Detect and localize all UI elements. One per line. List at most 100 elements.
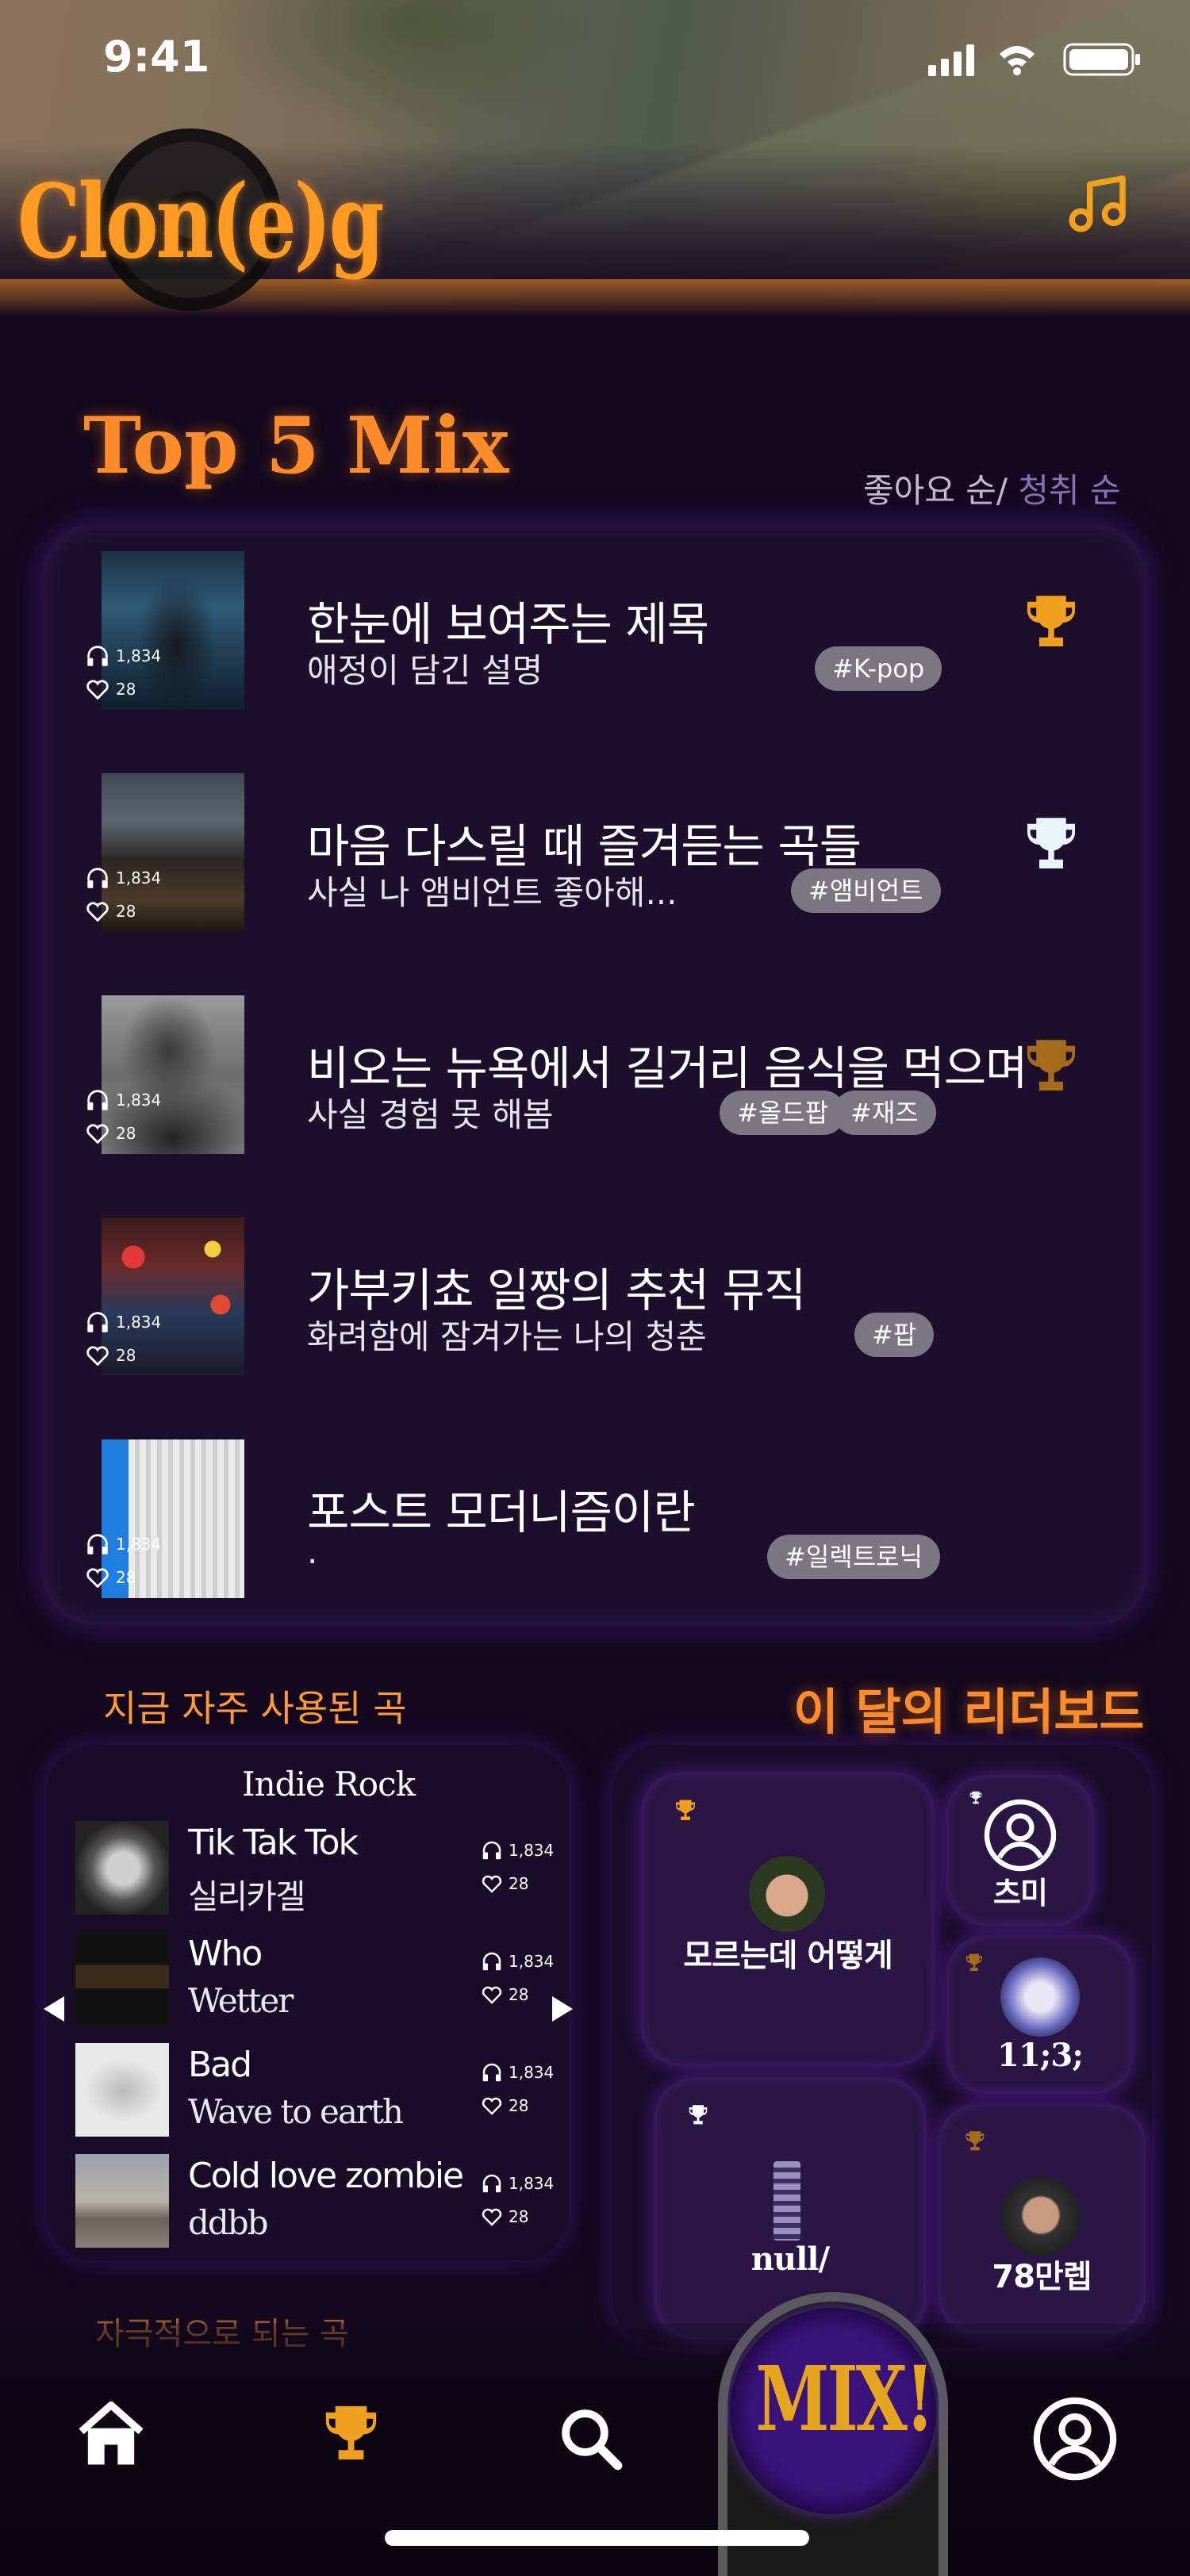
like-count: 28 bbox=[480, 1872, 528, 1896]
frequent-songs-title: 지금 자주 사용된 곡 bbox=[103, 1687, 407, 1730]
play-count: 1,834 bbox=[480, 1949, 554, 1973]
avatar bbox=[1001, 2177, 1081, 2256]
sort-likes[interactable]: 좋아요 순/ bbox=[863, 471, 1008, 510]
play-count: 1,834 bbox=[480, 1838, 554, 1862]
mix-row[interactable]: 1,834 28 포스트 모더니즘이란 . #일렉트로닉 bbox=[41, 1436, 1148, 1634]
song-item[interactable]: Cold love zombie ddbb 1,834 28 bbox=[75, 2154, 554, 2257]
song-name: Tik Tak Tok bbox=[188, 1823, 359, 1863]
leaderboard-username: 11;3; bbox=[996, 2037, 1084, 2074]
user-icon bbox=[984, 1799, 1057, 1872]
search-icon[interactable] bbox=[555, 2403, 627, 2474]
song-artist: Wave to earth bbox=[188, 2092, 404, 2131]
like-count: 28 bbox=[84, 898, 136, 925]
home-icon[interactable] bbox=[71, 2395, 151, 2474]
heart-icon bbox=[482, 1986, 502, 2004]
headphones-icon bbox=[482, 1841, 501, 1860]
gold-trophy-icon bbox=[1027, 596, 1075, 646]
bronze-trophy-icon bbox=[965, 2131, 985, 2151]
leaderboard-user-card[interactable]: 11;3; bbox=[946, 1935, 1134, 2094]
silver-trophy-icon bbox=[969, 1791, 982, 1804]
headphones-icon bbox=[87, 1312, 108, 1332]
like-count: 28 bbox=[480, 2094, 528, 2118]
mix-row[interactable]: 1,834 28 한눈에 보여주는 제목 애정이 담긴 설명 #K-pop bbox=[41, 547, 1148, 746]
leaderboard-user-card[interactable]: 78만렙 bbox=[938, 2104, 1146, 2334]
silver-trophy-icon bbox=[1027, 818, 1075, 868]
heart-icon bbox=[86, 902, 109, 922]
top5-panel: 1,834 28 한눈에 보여주는 제목 애정이 담긴 설명 #K-pop 1,… bbox=[41, 523, 1148, 1626]
mix-row[interactable]: 1,834 28 마음 다스릴 때 즐겨듣는 곡들 사실 나 앰비언트 좋아해.… bbox=[41, 769, 1148, 968]
song-name: Who bbox=[188, 1934, 263, 1974]
play-count: 1,834 bbox=[480, 2172, 554, 2195]
avatar bbox=[1000, 1957, 1080, 2037]
mix-tag[interactable]: #앰비언트 bbox=[791, 868, 941, 913]
mix-tag[interactable]: #일렉트로닉 bbox=[767, 1535, 941, 1579]
song-cover bbox=[75, 1821, 169, 1915]
play-count: 1,834 bbox=[84, 1087, 161, 1114]
mix-description: 사실 나 앰비언트 좋아해... bbox=[307, 873, 678, 912]
headphones-icon bbox=[87, 868, 108, 888]
leaderboard-user-card[interactable]: 츠미 bbox=[946, 1775, 1094, 1926]
leaderboard-username: null/ bbox=[750, 2241, 830, 2278]
app-logo[interactable]: Clon(e)g bbox=[17, 163, 385, 282]
trophy-tab-icon[interactable] bbox=[313, 2397, 389, 2472]
song-item[interactable]: Who Wetter 1,834 28 bbox=[75, 1932, 554, 2035]
play-count: 1,834 bbox=[480, 2060, 554, 2084]
headphones-icon bbox=[87, 1534, 108, 1554]
heart-icon bbox=[86, 1346, 109, 1367]
headphones-icon bbox=[87, 646, 108, 666]
mix-button-label[interactable]: MIX! bbox=[756, 2348, 935, 2451]
mix-tag[interactable]: #재즈 bbox=[833, 1091, 936, 1135]
headphones-icon bbox=[482, 1952, 501, 1971]
song-name: Bad bbox=[188, 2045, 252, 2085]
mix-description: . bbox=[307, 1532, 318, 1571]
song-item[interactable]: Bad Wave to earth 1,834 28 bbox=[75, 2043, 554, 2146]
song-artist: 실리카겔 bbox=[188, 1877, 306, 1916]
trophy-icon bbox=[689, 2105, 708, 2125]
mix-row[interactable]: 1,834 28 비오는 뉴욕에서 길거리 음식을 먹으며 사실 경험 못 해봄… bbox=[41, 991, 1148, 1190]
status-icons bbox=[928, 43, 1140, 76]
sort-toggle[interactable]: 좋아요 순/ 청취 순 bbox=[863, 464, 1121, 512]
mix-description: 사실 경험 못 해봄 bbox=[307, 1095, 554, 1134]
genre-label: Indie Rock bbox=[242, 1765, 416, 1804]
song-name: Cold love zombie bbox=[188, 2156, 464, 2196]
song-item[interactable]: Tik Tak Tok 실리카겔 1,834 28 bbox=[75, 1821, 554, 1924]
heart-icon bbox=[86, 680, 109, 700]
mix-tag[interactable]: #올드팝 bbox=[720, 1091, 846, 1135]
like-count: 28 bbox=[84, 1342, 136, 1369]
headphones-icon bbox=[87, 1090, 108, 1110]
like-count: 28 bbox=[480, 2205, 528, 2229]
headphones-icon bbox=[482, 2174, 501, 2193]
profile-icon[interactable] bbox=[1031, 2395, 1119, 2482]
gold-trophy-icon bbox=[676, 1800, 695, 1820]
play-count: 1,834 bbox=[84, 642, 161, 669]
bronze-trophy-icon bbox=[966, 1953, 982, 1971]
prev-arrow-icon[interactable] bbox=[44, 1996, 64, 2022]
sort-plays[interactable]: 청취 순 bbox=[1008, 471, 1120, 510]
top5-title: Top 5 Mix bbox=[83, 401, 509, 492]
mix-tag[interactable]: #팝 bbox=[854, 1313, 935, 1357]
play-count: 1,834 bbox=[84, 1531, 161, 1558]
leaderboard-username: 78만렙 bbox=[992, 2259, 1092, 2295]
avatar bbox=[749, 1856, 825, 1932]
heart-icon bbox=[482, 2097, 502, 2115]
heart-icon bbox=[86, 1568, 109, 1589]
headphones-icon bbox=[482, 2063, 501, 2082]
mix-tag[interactable]: #K-pop bbox=[815, 646, 942, 691]
music-note-icon[interactable] bbox=[1063, 167, 1134, 238]
leaderboard-user-card[interactable]: 모르는데 어떻게 bbox=[641, 1773, 935, 2066]
like-count: 28 bbox=[84, 676, 136, 703]
song-cover bbox=[75, 2043, 169, 2137]
leaderboard-username: 모르는데 어떻게 bbox=[683, 1938, 893, 1974]
next-arrow-icon[interactable] bbox=[552, 1996, 573, 2022]
mix-row[interactable]: 1,834 28 가부키쵸 일짱의 추천 뮤직 화려함에 잠겨가는 나의 청춘 … bbox=[41, 1213, 1148, 1412]
play-count: 1,834 bbox=[84, 864, 161, 891]
heart-icon bbox=[86, 1124, 109, 1144]
heart-icon bbox=[482, 1875, 502, 1893]
mix-title: 포스트 모더니즘이란 bbox=[307, 1485, 696, 1539]
play-count: 1,834 bbox=[84, 1309, 161, 1336]
avatar bbox=[774, 2161, 800, 2241]
song-artist: ddbb bbox=[188, 2203, 269, 2242]
home-indicator bbox=[385, 2530, 809, 2546]
status-time: 9:41 bbox=[103, 32, 210, 82]
like-count: 28 bbox=[480, 1983, 528, 2007]
